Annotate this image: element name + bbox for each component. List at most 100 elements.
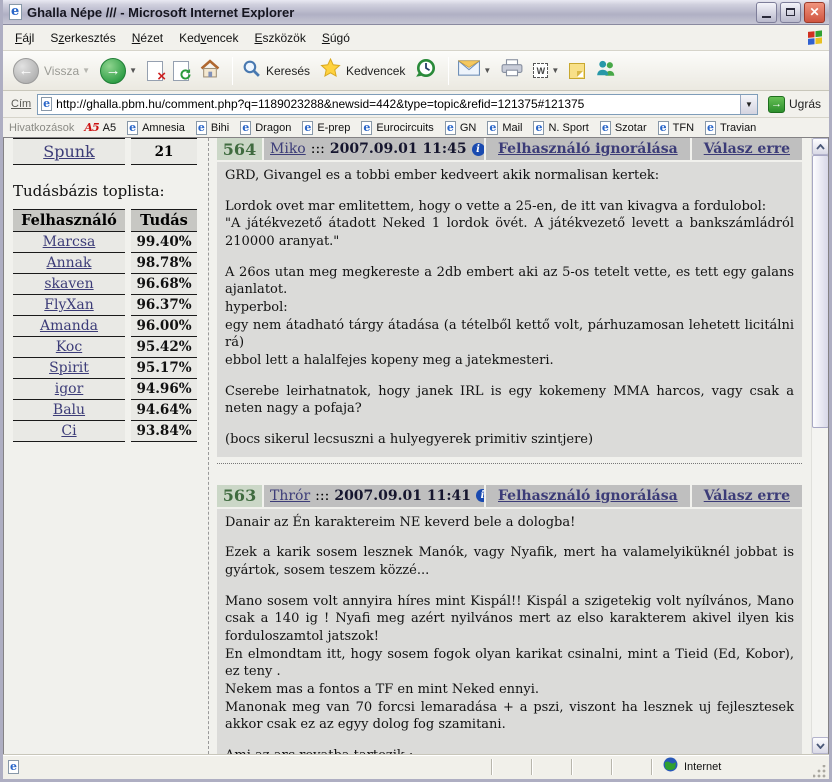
status-separator bbox=[611, 759, 613, 775]
print-button[interactable] bbox=[497, 57, 527, 84]
ie-favicon-icon bbox=[600, 121, 611, 135]
refresh-button[interactable] bbox=[169, 59, 193, 83]
menu-favorites[interactable]: Kedvencek bbox=[171, 27, 246, 49]
post-author-link[interactable]: Miko bbox=[270, 141, 306, 157]
status-separator bbox=[491, 759, 493, 775]
ignore-user-cell: Felhasználó ignorálása bbox=[486, 138, 690, 160]
link-tfn[interactable]: TFN bbox=[658, 121, 694, 135]
toplist-user-link[interactable]: Ci bbox=[61, 423, 76, 439]
address-dropdown-button[interactable]: ▼ bbox=[740, 95, 757, 114]
edit-button[interactable]: W ▼ bbox=[529, 61, 563, 80]
info-icon[interactable]: i bbox=[476, 489, 484, 502]
menu-tools[interactable]: Eszközök bbox=[246, 27, 313, 49]
forward-icon: → bbox=[100, 58, 126, 84]
link-eprep[interactable]: E-prep bbox=[302, 121, 350, 135]
menu-view[interactable]: Nézet bbox=[124, 27, 171, 49]
reply-link[interactable]: Válasz erre bbox=[704, 141, 790, 157]
toplist-user-link[interactable]: Annak bbox=[47, 255, 92, 271]
mail-button[interactable]: ▼ bbox=[454, 58, 495, 83]
toplist-row: skaven96.68% bbox=[13, 274, 208, 295]
history-button[interactable] bbox=[411, 55, 441, 86]
messenger-button[interactable] bbox=[591, 57, 621, 84]
link-travian[interactable]: Travian bbox=[705, 121, 756, 135]
link-bihi[interactable]: Bihi bbox=[196, 121, 229, 135]
back-button[interactable]: ← Vissza ▼ bbox=[9, 56, 94, 86]
ie-favicon-icon bbox=[361, 121, 372, 135]
address-url[interactable]: http://ghalla.pbm.hu/comment.php?q=11890… bbox=[56, 97, 740, 111]
go-arrow-icon: → bbox=[768, 96, 785, 113]
minimize-button[interactable] bbox=[756, 2, 777, 23]
toplist-row: Ci93.84% bbox=[13, 421, 208, 442]
favorites-button[interactable]: Kedvencek bbox=[316, 56, 409, 85]
toplist-user-link[interactable]: Spirit bbox=[49, 360, 89, 376]
search-button[interactable]: Keresés bbox=[238, 57, 314, 85]
ignore-user-link[interactable]: Felhasználó ignorálása bbox=[498, 488, 678, 504]
home-button[interactable] bbox=[195, 57, 225, 85]
title-bar: Ghalla Népe /// - Microsoft Internet Exp… bbox=[3, 0, 829, 25]
toplist-user-link[interactable]: Balu bbox=[53, 402, 85, 418]
menu-file[interactable]: Fájl bbox=[7, 27, 42, 49]
reply-cell: Válasz erre bbox=[692, 485, 802, 507]
post-body: GRD, Givangel es a tobbi ember kedveert … bbox=[217, 162, 802, 457]
reply-link[interactable]: Válasz erre bbox=[704, 488, 790, 504]
stop-button[interactable]: × bbox=[143, 59, 167, 83]
forum-post-564: 564 Miko ::: 2007.09.01 11:45 i Felhaszn… bbox=[217, 138, 802, 457]
link-a5[interactable]: A5A5 bbox=[84, 121, 116, 134]
print-icon bbox=[501, 59, 523, 82]
post-paragraph: A 26os utan meg megkereste a 2db embert … bbox=[225, 264, 794, 370]
toplist-row: FlyXan96.37% bbox=[13, 295, 208, 316]
scroll-up-button[interactable] bbox=[812, 138, 829, 155]
toplist-user-link[interactable]: Marcsa bbox=[43, 234, 96, 250]
post-author-link[interactable]: Thrór bbox=[270, 488, 310, 504]
link-gn[interactable]: GN bbox=[445, 121, 477, 135]
scrollbar-thumb[interactable] bbox=[812, 155, 829, 428]
windows-logo-icon bbox=[805, 28, 825, 48]
toplist-user-link[interactable]: skaven bbox=[44, 276, 93, 292]
toplist-user-link[interactable]: Koc bbox=[56, 339, 82, 355]
forward-button[interactable]: → ▼ bbox=[96, 56, 141, 86]
close-button[interactable]: ✕ bbox=[804, 2, 825, 23]
back-dropdown-icon: ▼ bbox=[82, 66, 90, 75]
maximize-button[interactable] bbox=[780, 2, 801, 23]
link-nsport[interactable]: N. Sport bbox=[533, 121, 588, 135]
toplist-user-link[interactable]: FlyXan bbox=[44, 297, 93, 313]
link-eurocircuits[interactable]: Eurocircuits bbox=[361, 121, 433, 135]
author-date-separator: ::: bbox=[315, 488, 329, 504]
ie-favicon-icon bbox=[487, 121, 498, 135]
post-timestamp: 2007.09.01 11:41 bbox=[334, 488, 471, 504]
post-author-cell: Thrór ::: 2007.09.01 11:41 i bbox=[264, 485, 484, 507]
toplist-row: Amanda96.00% bbox=[13, 316, 208, 337]
internet-globe-icon bbox=[663, 757, 678, 777]
info-icon[interactable]: i bbox=[472, 143, 484, 156]
ie-favicon-icon bbox=[196, 121, 207, 135]
toolbar-separator bbox=[448, 57, 449, 85]
link-amnesia[interactable]: Amnesia bbox=[127, 121, 185, 135]
mail-dropdown-icon: ▼ bbox=[483, 66, 491, 75]
menu-edit[interactable]: Szerkesztés bbox=[42, 27, 123, 49]
toplist-user-link[interactable]: Amanda bbox=[40, 318, 98, 334]
address-input[interactable]: http://ghalla.pbm.hu/comment.php?q=11890… bbox=[37, 94, 758, 115]
go-button[interactable]: → Ugrás bbox=[764, 95, 825, 114]
link-mail[interactable]: Mail bbox=[487, 121, 522, 135]
toolbar-separator bbox=[232, 57, 233, 85]
standard-toolbar: ← Vissza ▼ → ▼ × Keresés bbox=[3, 51, 829, 91]
post-paragraph: Ezek a karik sosem lesznek Manók, vagy N… bbox=[225, 544, 794, 579]
post-author-cell: Miko ::: 2007.09.01 11:45 i bbox=[264, 138, 484, 160]
menu-help[interactable]: Súgó bbox=[314, 27, 358, 49]
post-paragraph: Ami az arc rovatba tartozik : bbox=[225, 747, 794, 754]
ie-favicon-icon bbox=[302, 121, 313, 135]
vertical-scrollbar[interactable] bbox=[811, 138, 828, 754]
link-szotar[interactable]: Szotar bbox=[600, 121, 647, 135]
ignore-user-link[interactable]: Felhasználó ignorálása bbox=[498, 141, 678, 157]
toplist-user-link[interactable]: igor bbox=[55, 381, 84, 397]
sidebar-user-link[interactable]: Spunk bbox=[43, 142, 95, 161]
link-dragon[interactable]: Dragon bbox=[240, 121, 291, 135]
discuss-button[interactable] bbox=[565, 61, 589, 81]
edit-dropdown-icon: ▼ bbox=[551, 66, 559, 75]
toplist-row: igor94.96% bbox=[13, 379, 208, 400]
post-paragraph: Danair az Én karaktereim NE keverd bele … bbox=[225, 514, 794, 532]
scroll-down-button[interactable] bbox=[812, 737, 829, 754]
resize-grip[interactable] bbox=[813, 765, 827, 779]
forward-dropdown-icon: ▼ bbox=[129, 66, 137, 75]
post-paragraph: (bocs sikerul lecsuszni a hulyegyerek pr… bbox=[225, 431, 794, 449]
